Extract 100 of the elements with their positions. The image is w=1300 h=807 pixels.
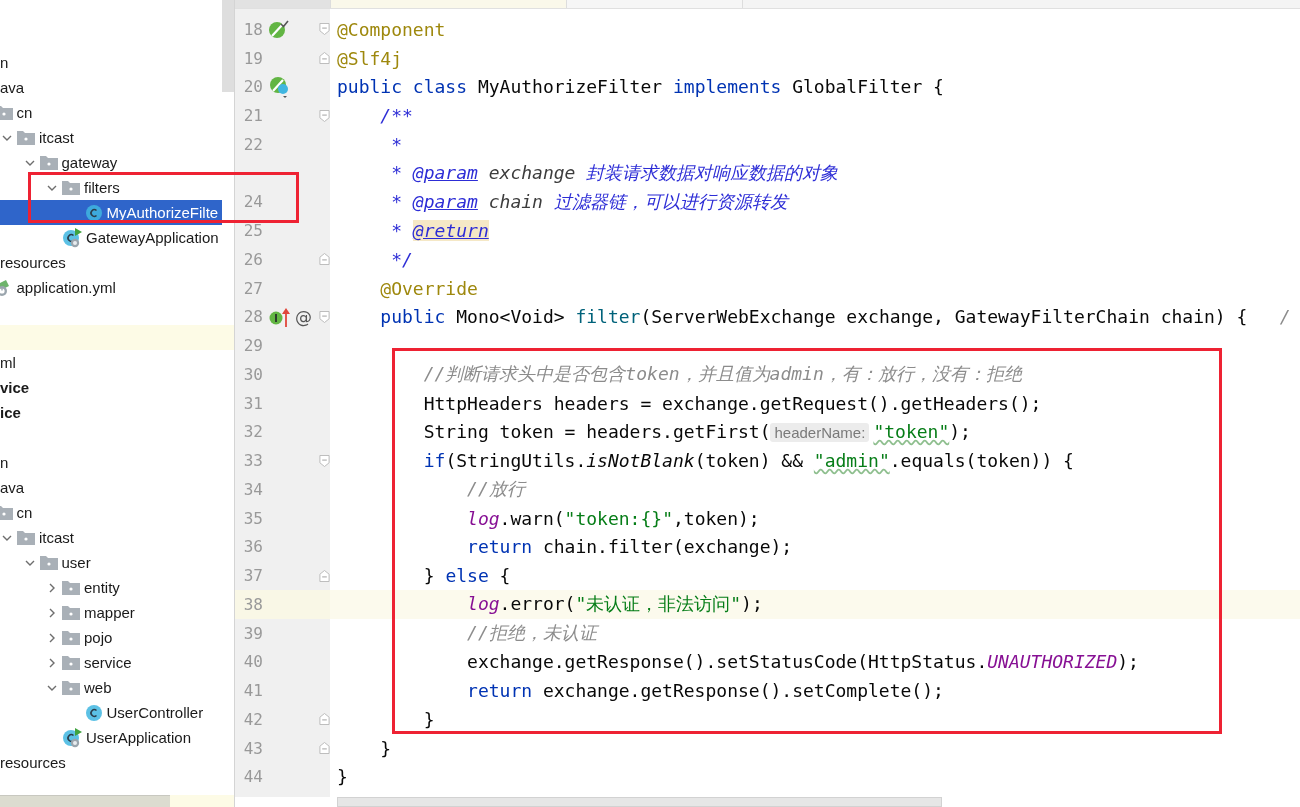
fold-icon[interactable] xyxy=(319,51,330,66)
code-text: chain.filter(exchange); xyxy=(542,536,793,558)
tree-item-label: application.yml xyxy=(16,279,116,296)
tree-item[interactable]: itcast xyxy=(0,125,222,150)
tree-item[interactable]: pojo xyxy=(0,625,222,650)
fold-icon[interactable] xyxy=(319,712,330,727)
tree-item-label: pojo xyxy=(84,629,113,646)
gutter-marker[interactable]: @ xyxy=(295,306,312,327)
tree-item[interactable]: ml xyxy=(0,350,222,375)
scrollbar[interactable] xyxy=(0,795,170,807)
fold-icon[interactable] xyxy=(319,22,330,37)
folder-icon xyxy=(62,605,80,620)
fold-icon[interactable] xyxy=(319,108,330,123)
tree-item-label: MyAuthorizeFilte xyxy=(106,204,219,221)
tree-item[interactable]: mapper xyxy=(0,600,222,625)
folder-icon xyxy=(62,580,80,595)
keyword: else xyxy=(445,565,489,587)
keyword: public xyxy=(379,306,447,328)
tree-item-label: ava xyxy=(0,479,25,496)
code-text: .warn( xyxy=(499,507,565,529)
line-number: 42 xyxy=(242,709,263,729)
tree-item-label: itcast xyxy=(39,129,74,146)
field-name: log xyxy=(466,593,500,615)
tree-item[interactable]: n xyxy=(0,50,222,75)
annotation: @Slf4j xyxy=(337,47,403,69)
method-call: isNotBlank xyxy=(586,450,695,472)
doc-comment: * xyxy=(390,190,404,212)
code-comment: //拒绝，未认证 xyxy=(466,622,597,644)
tree-item[interactable]: n xyxy=(0,450,222,475)
line-number: 34 xyxy=(242,479,263,499)
line-number: 25 xyxy=(242,221,263,241)
scrollbar[interactable] xyxy=(222,0,234,92)
fold-icon[interactable] xyxy=(319,252,330,267)
line-number: 39 xyxy=(242,623,263,643)
fold-icon[interactable] xyxy=(319,741,330,756)
keyword: implements xyxy=(672,76,783,98)
tree-item[interactable]: vice xyxy=(0,375,222,400)
tree-item[interactable]: ava xyxy=(0,475,222,500)
tree-item[interactable]: itcast xyxy=(0,525,222,550)
folder-icon xyxy=(17,130,35,145)
tree-item[interactable]: cn xyxy=(0,100,222,125)
tree-item[interactable]: ava xyxy=(0,75,222,100)
tree-item-label: UserApplication xyxy=(86,729,192,746)
code-text: (token) && xyxy=(694,450,804,472)
folder-icon xyxy=(17,530,35,545)
application-class-icon xyxy=(62,227,82,248)
tree-item-label: web xyxy=(84,679,112,696)
fold-icon[interactable] xyxy=(319,568,330,583)
doc-comment: 封装请求数据对响应数据的对象 xyxy=(586,162,839,184)
bean-check-icon[interactable] xyxy=(269,19,289,40)
class-icon xyxy=(84,203,103,222)
tree-item-label: ml xyxy=(0,354,16,371)
fold-icon[interactable] xyxy=(319,309,330,324)
code-text: HttpHeaders headers = exchange.getRequest().getHeaders(); xyxy=(422,392,1042,414)
tree-item[interactable]: entity xyxy=(0,575,222,600)
code-text: .equals(token)) { xyxy=(889,450,1074,472)
tree-item-label: entity xyxy=(84,579,120,596)
folder-icon xyxy=(62,180,80,195)
bean-class-icon[interactable] xyxy=(269,75,291,98)
tree-item-label: GatewayApplication xyxy=(86,229,219,246)
fold-icon[interactable] xyxy=(319,453,330,468)
application-class-icon xyxy=(62,727,82,748)
tree-item[interactable]: resources xyxy=(0,750,222,775)
line-number: 22 xyxy=(242,134,263,154)
folder-icon xyxy=(62,630,80,645)
tree-item[interactable]: application.yml xyxy=(0,275,222,300)
folder-icon xyxy=(62,680,80,695)
tree-item[interactable]: gateway xyxy=(0,150,222,175)
tree-item[interactable]: UserController xyxy=(0,700,222,725)
tree-item[interactable]: UserApplication xyxy=(0,725,222,750)
doc-comment: */ xyxy=(390,248,413,270)
code-text: Mono<Void> xyxy=(456,306,566,328)
tree-item[interactable]: ice xyxy=(0,400,222,425)
line-number: 43 xyxy=(242,738,263,758)
scrollbar[interactable] xyxy=(337,797,942,807)
line-number: 36 xyxy=(242,537,263,557)
line-number: 30 xyxy=(242,364,263,384)
keyword: if xyxy=(422,450,446,472)
annotation: @Component xyxy=(337,18,446,40)
tree-item[interactable]: GatewayApplication xyxy=(0,225,222,250)
tree-item-label: gateway xyxy=(61,154,118,171)
keyword: return xyxy=(466,536,534,558)
tree-item[interactable]: cn xyxy=(0,500,222,525)
tree-item[interactable]: web xyxy=(0,675,222,700)
tree-item[interactable]: user xyxy=(0,550,222,575)
folder-icon xyxy=(39,155,58,170)
tree-item-label: mapper xyxy=(84,604,135,621)
doc-comment: * xyxy=(390,220,404,242)
tree-item-label: n xyxy=(0,454,9,471)
tree-item-label: ice xyxy=(0,404,21,421)
code-text: String token = headers.getFirst( xyxy=(422,421,771,443)
tree-item[interactable]: filters xyxy=(0,175,222,200)
tree-item[interactable]: service xyxy=(0,650,222,675)
doc-comment: /** xyxy=(379,105,413,127)
tree-item-label: resources xyxy=(0,754,66,771)
line-number: 32 xyxy=(242,422,263,442)
tree-item[interactable]: resources xyxy=(0,250,222,275)
tree-item-label: ava xyxy=(0,79,25,96)
code-text: exchange.getResponse().setStatusCode(HttpStatus. xyxy=(466,651,988,673)
tree-item-label: user xyxy=(61,554,91,571)
